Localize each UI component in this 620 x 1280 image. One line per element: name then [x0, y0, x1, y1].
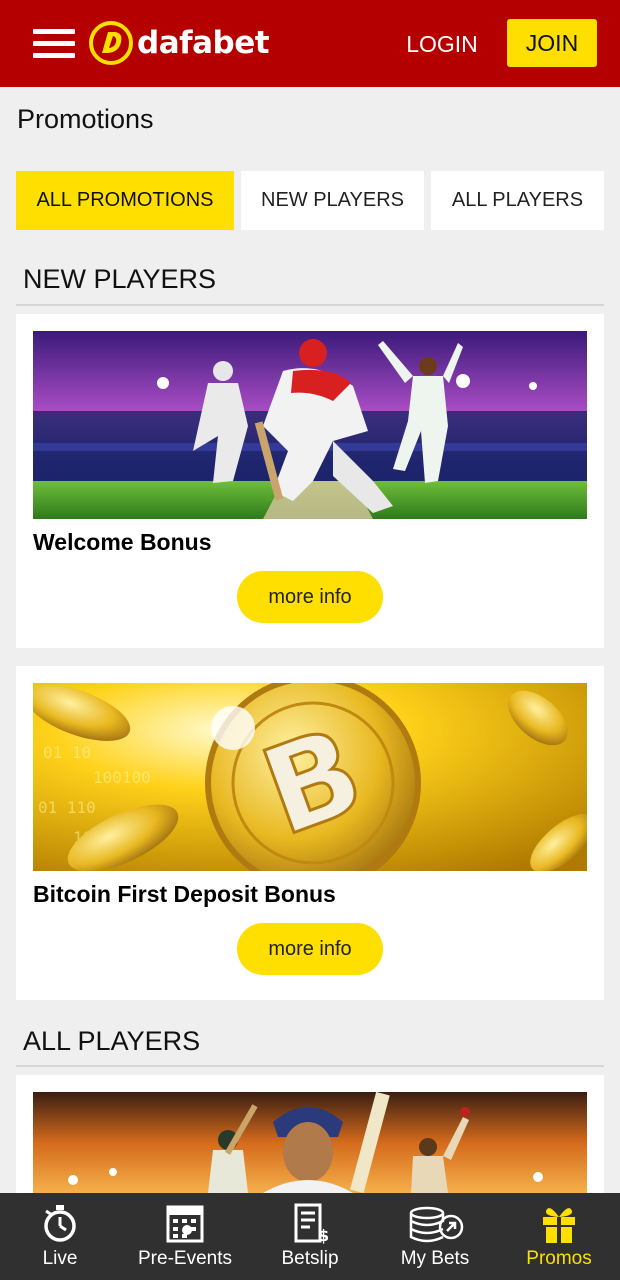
svg-text:100100: 100100	[93, 768, 151, 787]
dafabet-logo[interactable]: dafabet	[88, 20, 270, 66]
more-info-button[interactable]: more info	[237, 571, 383, 623]
more-info-button[interactable]: more info	[237, 923, 383, 975]
tab-new-players[interactable]: NEW PLAYERS	[241, 171, 424, 230]
login-button[interactable]: LOGIN	[400, 24, 484, 64]
nav-pre-events[interactable]: Pre-Events	[130, 1193, 240, 1280]
gift-icon	[543, 1208, 575, 1243]
nav-label: Promos	[526, 1248, 592, 1269]
promo-card-welcome-bonus: Welcome Bonus more info	[16, 314, 604, 648]
svg-text:$: $	[318, 1226, 329, 1245]
svg-text:01 10: 01 10	[43, 743, 91, 762]
tab-all-promotions[interactable]: ALL PROMOTIONS	[16, 171, 234, 230]
section-divider	[16, 304, 604, 306]
svg-text:01 110: 01 110	[38, 798, 96, 817]
section-title-new-players: NEW PLAYERS	[23, 264, 217, 294]
promo-title: Welcome Bonus	[33, 529, 212, 555]
nav-label: Pre-Events	[138, 1248, 232, 1269]
nav-label: My Bets	[400, 1248, 470, 1269]
tab-all-players[interactable]: ALL PLAYERS	[431, 171, 604, 230]
nav-promos[interactable]: Promos	[509, 1193, 609, 1280]
promo-title: Bitcoin First Deposit Bonus	[33, 881, 336, 907]
bottom-navigation: Live Pre-Events $ Betslip My Bets Promos	[0, 1193, 620, 1280]
menu-icon[interactable]	[33, 29, 75, 59]
top-header: dafabet LOGIN JOIN	[0, 0, 620, 87]
join-button[interactable]: JOIN	[507, 19, 597, 67]
nav-betslip[interactable]: $ Betslip	[260, 1193, 360, 1280]
nav-my-bets[interactable]: My Bets	[385, 1193, 485, 1280]
promo-card-all-players	[16, 1075, 604, 1193]
section-title-all-players: ALL PLAYERS	[23, 1026, 201, 1056]
nav-label: Betslip	[281, 1248, 339, 1269]
coins-icon	[409, 1206, 464, 1243]
betslip-icon: $	[294, 1203, 329, 1245]
bitcoin-gold-coin-image[interactable]: 1101 00 01 10 100100 01 110 10 0110 B	[33, 683, 587, 871]
cricket-stadium-image[interactable]	[33, 331, 587, 519]
calendar-icon	[166, 1205, 204, 1243]
promo-card-bitcoin-bonus: 1101 00 01 10 100100 01 110 10 0110 B Bi…	[16, 666, 604, 1000]
section-divider	[16, 1065, 604, 1067]
brand-name: dafabet	[137, 25, 270, 61]
dafabet-logo-mark-icon	[89, 21, 133, 65]
page-title: Promotions	[17, 104, 154, 134]
stopwatch-icon	[44, 1205, 76, 1242]
nav-label: Live	[42, 1248, 78, 1269]
cricket-players-sunset-image[interactable]	[33, 1092, 587, 1193]
nav-live[interactable]: Live	[10, 1193, 110, 1280]
